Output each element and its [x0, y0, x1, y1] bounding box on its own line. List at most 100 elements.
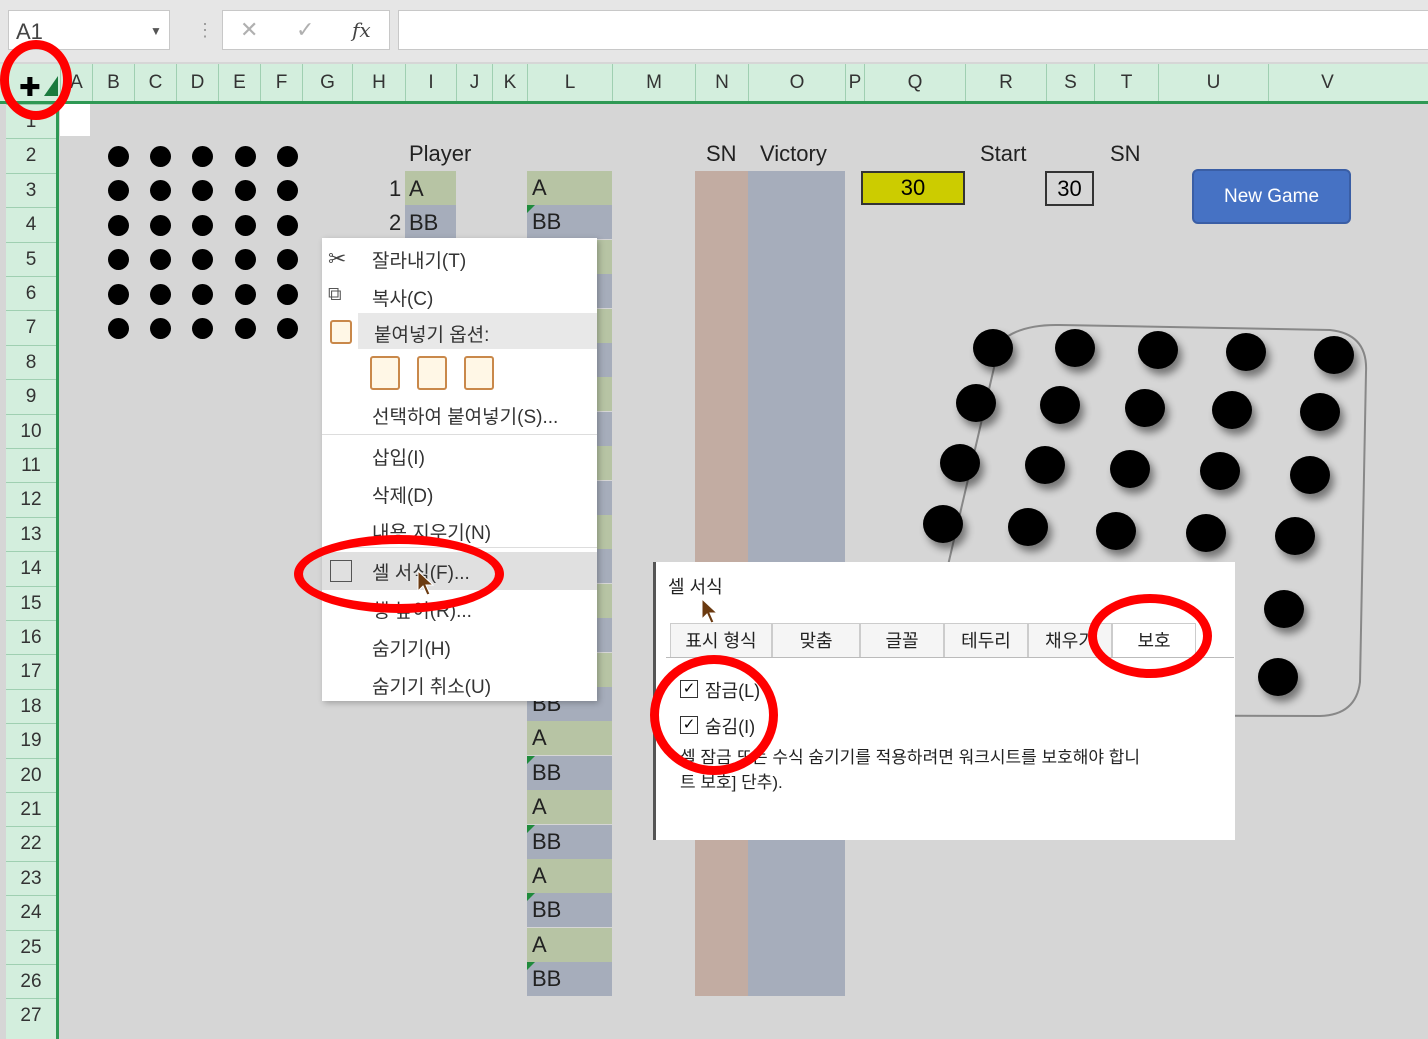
column-header-k[interactable]: K: [492, 64, 527, 101]
l-column-value: BB: [532, 759, 562, 785]
l-column-cell[interactable]: A: [527, 927, 612, 962]
menu-item-insert[interactable]: 삽입(I): [372, 443, 425, 470]
t3-value-cell[interactable]: 30: [1045, 171, 1094, 206]
menu-divider: [322, 434, 597, 435]
column-header-e[interactable]: E: [218, 64, 260, 101]
column-header-p[interactable]: P: [845, 64, 864, 101]
column-header-r[interactable]: R: [965, 64, 1046, 101]
row-header-6[interactable]: 6: [6, 276, 56, 310]
insert-function-icon[interactable]: fx: [352, 18, 371, 42]
column-header-n[interactable]: N: [695, 64, 748, 101]
row-header-10[interactable]: 10: [6, 413, 56, 448]
row-header-12[interactable]: 12: [6, 482, 56, 516]
column-header-i[interactable]: I: [405, 64, 456, 101]
row-header-8[interactable]: 8: [6, 344, 56, 379]
row-header-22[interactable]: 22: [6, 826, 56, 860]
enter-icon[interactable]: ✓: [296, 17, 314, 43]
menu-item-copy[interactable]: 복사(C): [372, 284, 433, 311]
board-hole: [1125, 389, 1165, 427]
tab-alignment[interactable]: 맞춤: [772, 623, 860, 657]
column-header-u[interactable]: U: [1158, 64, 1268, 101]
l-column-value: BB: [532, 828, 562, 854]
column-header-c[interactable]: C: [134, 64, 176, 101]
row-header-9[interactable]: 9: [6, 379, 56, 413]
red-circle-annotation: [650, 655, 778, 775]
l-column-value: BB: [532, 897, 562, 923]
column-header-q[interactable]: Q: [864, 64, 965, 101]
column-header-f[interactable]: F: [260, 64, 302, 101]
menu-item-delete[interactable]: 삭제(D): [372, 481, 433, 508]
column-header-d[interactable]: D: [176, 64, 218, 101]
cancel-icon[interactable]: ✕: [240, 17, 258, 43]
row-header-17[interactable]: 17: [6, 654, 56, 688]
row-header-7[interactable]: 7: [6, 310, 56, 344]
board-hole: [1200, 452, 1240, 490]
more-options-icon[interactable]: ⋮: [196, 20, 214, 41]
l-column-cell[interactable]: BB: [527, 205, 612, 240]
row-header-5[interactable]: 5: [6, 241, 56, 276]
tab-number[interactable]: 표시 형식: [670, 623, 772, 657]
paste-formatting-icon[interactable]: [417, 356, 447, 390]
row-header-21[interactable]: 21: [6, 792, 56, 826]
formula-input[interactable]: [398, 10, 1428, 50]
l-column-cell[interactable]: BB: [527, 755, 612, 790]
q3-value-cell[interactable]: 30: [861, 171, 965, 205]
row-header-11[interactable]: 11: [6, 448, 56, 482]
paste-picture-icon[interactable]: [464, 356, 494, 390]
row-header-13[interactable]: 13: [6, 516, 56, 551]
l-column-value: BB: [532, 966, 562, 992]
paste-icon[interactable]: [370, 356, 400, 390]
menu-item-hide[interactable]: 숨기기(H): [372, 634, 451, 661]
row-header-26[interactable]: 26: [6, 964, 56, 998]
selected-cell-a1[interactable]: [60, 104, 90, 136]
l-column-cell[interactable]: A: [527, 721, 612, 756]
row-header-19[interactable]: 19: [6, 723, 56, 757]
dot: [276, 146, 298, 167]
row-header-23[interactable]: 23: [6, 860, 56, 895]
board-hole: [956, 384, 996, 422]
column-header-g[interactable]: G: [302, 64, 352, 101]
board-hole: [1110, 450, 1150, 488]
player-name: A: [409, 176, 424, 201]
dot: [234, 214, 256, 236]
row-header-25[interactable]: 25: [6, 929, 56, 964]
tab-font[interactable]: 글꼴: [860, 623, 944, 657]
row-header-14[interactable]: 14: [6, 551, 56, 585]
chevron-down-icon[interactable]: ▼: [150, 24, 162, 38]
column-header-v[interactable]: V: [1268, 64, 1386, 101]
l-column-cell[interactable]: BB: [527, 824, 612, 859]
board-hole: [1138, 331, 1178, 369]
l-column-cell[interactable]: A: [527, 171, 612, 205]
new-game-button[interactable]: New Game: [1192, 169, 1351, 224]
l-column-cell[interactable]: A: [527, 790, 612, 825]
column-header-l[interactable]: L: [527, 64, 612, 101]
row-header-27[interactable]: 27: [6, 998, 56, 1032]
l-column-cell[interactable]: BB: [527, 893, 612, 928]
row-header-18[interactable]: 18: [6, 688, 56, 723]
start-header: Start: [980, 141, 1027, 166]
column-header-o[interactable]: O: [748, 64, 845, 101]
row-header-4[interactable]: 4: [6, 207, 56, 241]
copy-icon: ⧉: [328, 284, 342, 305]
board-hole: [1025, 446, 1065, 484]
column-header-h[interactable]: H: [352, 64, 405, 101]
column-header-t[interactable]: T: [1094, 64, 1158, 101]
row-header-20[interactable]: 20: [6, 757, 56, 792]
column-header-b[interactable]: B: [92, 64, 134, 101]
column-header-s[interactable]: S: [1046, 64, 1094, 101]
row-header-2[interactable]: 2: [6, 138, 56, 172]
dot: [150, 283, 172, 305]
row-header-16[interactable]: 16: [6, 620, 56, 654]
menu-item-cut[interactable]: 잘라내기(T): [372, 246, 466, 273]
l-column-cell[interactable]: BB: [527, 962, 612, 997]
row-header-15[interactable]: 15: [6, 585, 56, 620]
column-header-j[interactable]: J: [456, 64, 492, 101]
row-header-24[interactable]: 24: [6, 895, 56, 929]
row-header-3[interactable]: 3: [6, 172, 56, 207]
column-header-m[interactable]: M: [612, 64, 695, 101]
menu-item-unhide[interactable]: 숨기기 취소(U): [372, 672, 491, 699]
paste-icon: [330, 320, 352, 344]
l-column-cell[interactable]: A: [527, 859, 612, 893]
tab-border[interactable]: 테두리: [944, 623, 1028, 657]
menu-item-paste-special[interactable]: 선택하여 붙여넣기(S)...: [372, 402, 558, 429]
